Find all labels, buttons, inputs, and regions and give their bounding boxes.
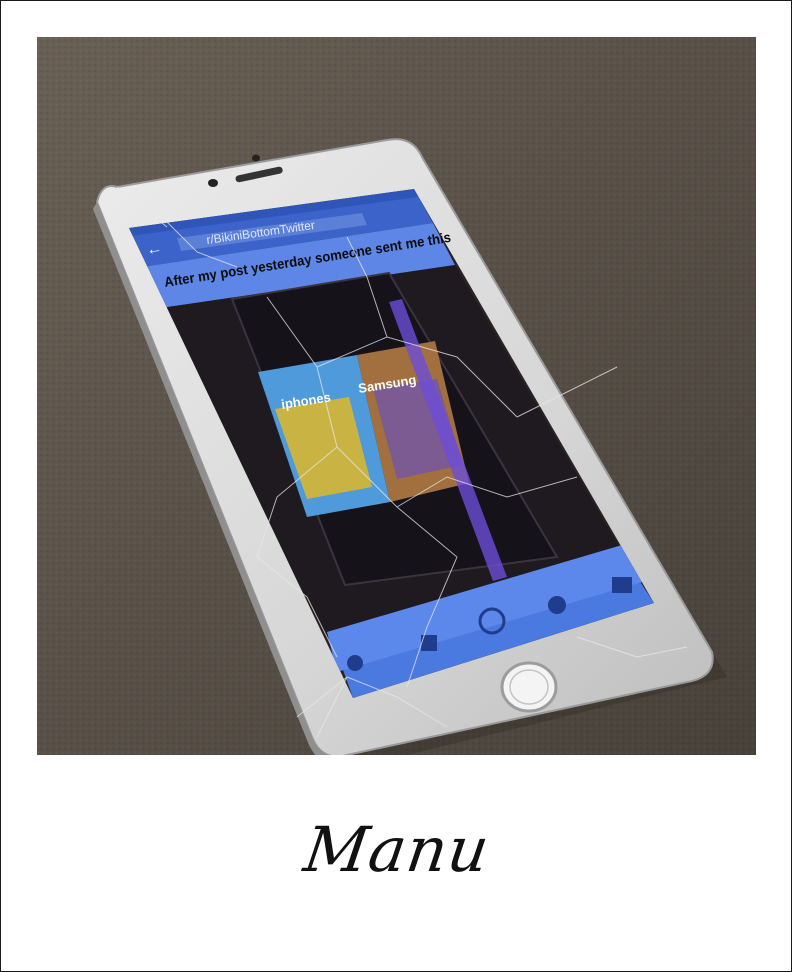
- back-arrow-icon: ←: [145, 240, 163, 259]
- polaroid-frame: r/BikiniBottomTwitter ← After my post ye…: [0, 0, 792, 972]
- front-camera: [208, 179, 218, 187]
- caption: Manu: [299, 813, 495, 886]
- photo: r/BikiniBottomTwitter ← After my post ye…: [37, 37, 756, 755]
